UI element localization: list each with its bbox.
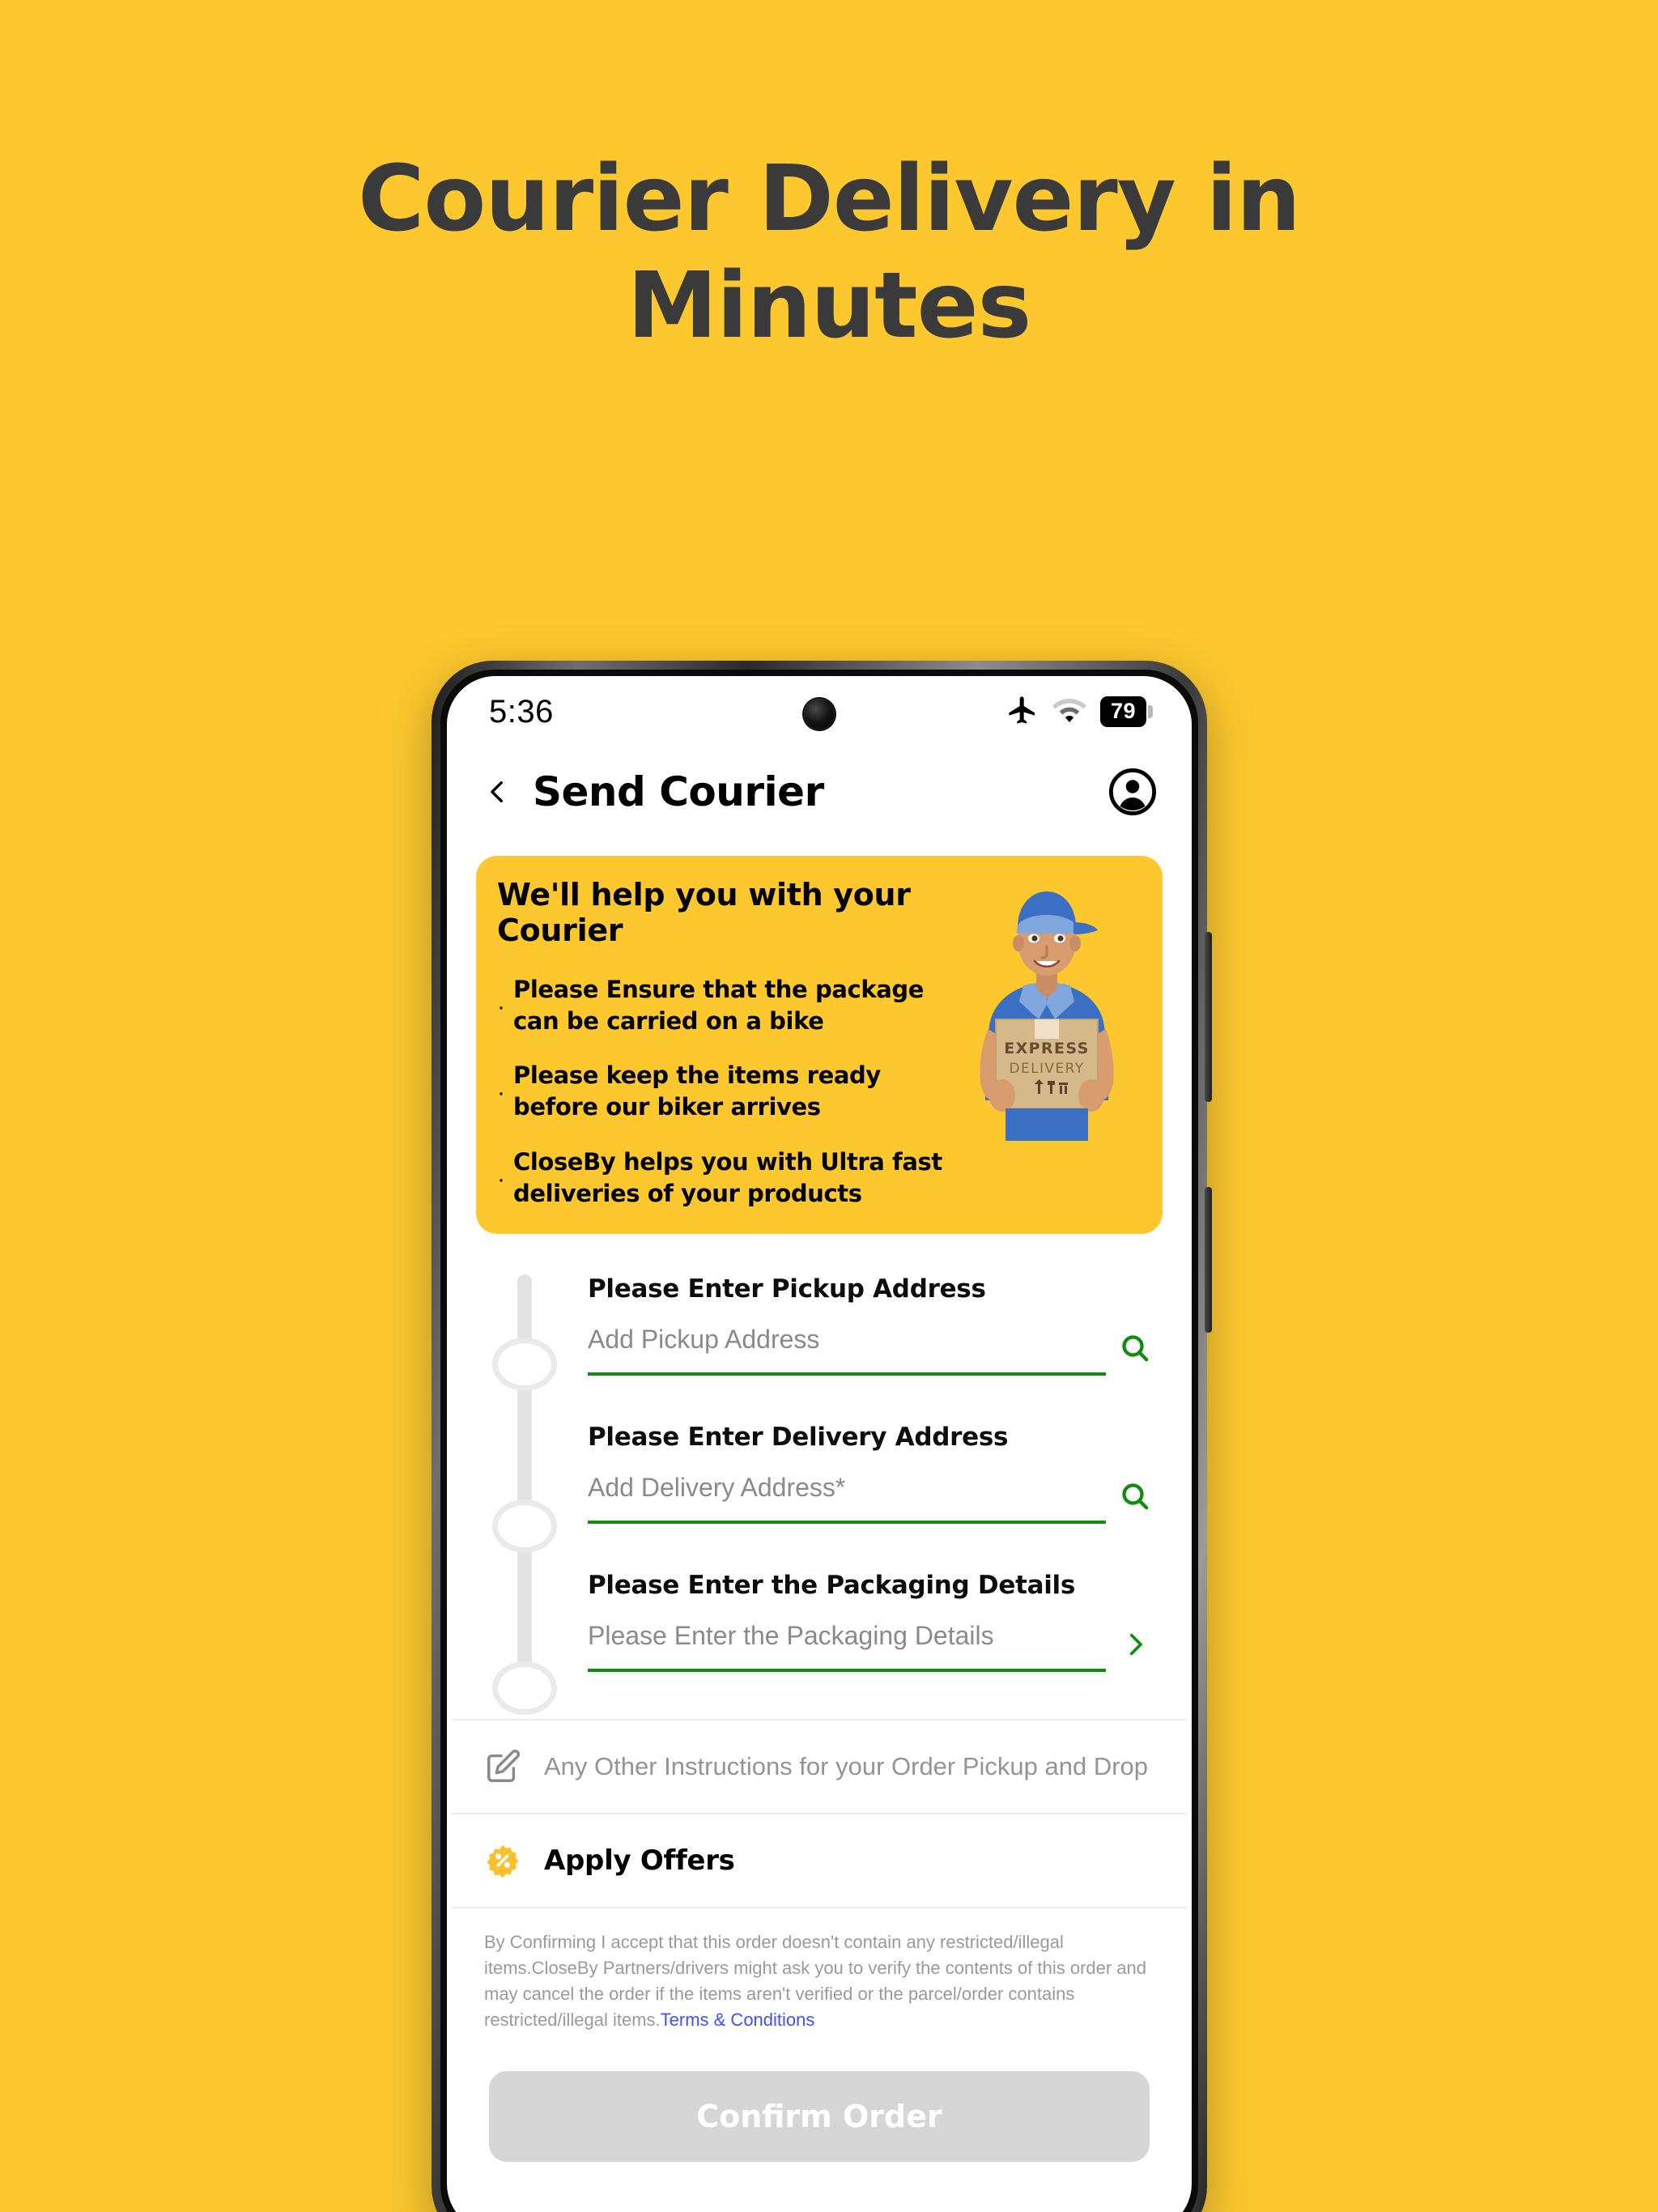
delivery-address-input[interactable] [588,1472,1106,1503]
packaging-details-input-wrap[interactable] [588,1620,1106,1672]
svg-text:DELIVERY: DELIVERY [1010,1061,1085,1077]
search-icon[interactable] [1117,1330,1153,1366]
delivery-address-label: Please Enter Delivery Address [588,1422,1009,1452]
info-card-text: We'll help you with your Courier · Pleas… [497,877,954,1210]
search-icon[interactable] [1117,1478,1153,1514]
form-fields: Please Enter Pickup Address Add Pickup A… [557,1274,1153,1672]
bullet-text: Please keep the items ready before our b… [513,1061,881,1121]
bullet-dot-icon: · [497,993,505,1021]
list-item: · Please keep the items ready before our… [497,1060,947,1123]
battery-cap [1148,704,1153,718]
bullet-text: CloseBy helps you with Ultra fast delive… [513,1147,942,1207]
phone-mockup: 5:36 79 Send Courier We'll help you with… [432,661,1212,2212]
page-title: Send Courier [533,768,824,815]
list-item: · Please Ensure that the package can be … [497,974,947,1037]
courier-info-card: We'll help you with your Courier · Pleas… [476,856,1163,1234]
instructions-row[interactable]: Any Other Instructions for your Order Pi… [447,1721,1192,1813]
terms-body-text: By Confirming I accept that this order d… [484,1931,1147,2030]
delivery-address-row [588,1472,1153,1524]
app-bar: Send Courier [447,747,1192,840]
stepper-node-pickup [492,1337,557,1391]
bullet-text: Please Ensure that the package can be ca… [513,976,924,1036]
stepper-track [517,1274,532,1672]
status-bar: 5:36 79 [447,676,1192,747]
packaging-details-label: Please Enter the Packaging Details [588,1570,1076,1600]
phone-bezel: 5:36 79 Send Courier We'll help you with… [440,670,1198,2212]
info-card-bullet-list: · Please Ensure that the package can be … [497,974,947,1210]
edit-note-icon [484,1748,521,1785]
apply-offers-label: Apply Offers [544,1844,735,1877]
discount-badge-icon [484,1842,521,1879]
address-form: Please Enter Pickup Address Add Pickup A… [447,1234,1192,1719]
delivery-address-input-wrap[interactable] [588,1472,1106,1524]
airplane-icon [1006,694,1039,730]
front-camera-punch-hole [804,699,835,730]
confirm-order-button[interactable]: Confirm Order [489,2071,1150,2163]
wifi-icon [1052,696,1086,729]
packaging-details-input[interactable] [588,1620,1106,1651]
battery-icon: 79 [1100,696,1153,727]
pickup-address-input[interactable] [588,1324,1106,1355]
delivery-address-block: Please Enter Delivery Address [588,1423,1153,1524]
pickup-address-label: Please Enter Pickup Address [588,1274,986,1304]
bullet-dot-icon: · [497,1079,505,1107]
account-circle-icon[interactable] [1109,768,1156,815]
confirm-button-container: Confirm Order [447,2047,1192,2163]
info-card-title: We'll help you with your Courier [497,877,911,948]
list-item: · CloseBy helps you with Ultra fast deli… [497,1146,947,1210]
phone-screen: 5:36 79 Send Courier We'll help you with… [447,676,1192,2212]
stepper-node-packaging [492,1661,557,1715]
apply-offers-row[interactable]: Apply Offers [447,1814,1192,1907]
chevron-left-icon[interactable] [484,778,512,806]
courier-man-holding-box-illustration: EXPRESS DELIVERY [954,883,1140,1141]
volume-button[interactable] [1205,932,1212,1102]
stepper-node-delivery [492,1499,557,1553]
bullet-dot-icon: · [497,1165,505,1193]
packaging-details-block: Please Enter the Packaging Details [588,1571,1153,1672]
battery-level-label: 79 [1100,696,1146,727]
status-time: 5:36 [489,693,554,730]
packaging-details-row [588,1620,1153,1672]
pickup-address-block: Please Enter Pickup Address [588,1274,1153,1376]
pickup-address-input-wrap[interactable] [588,1324,1106,1376]
power-button[interactable] [1205,1187,1212,1333]
svg-text:EXPRESS: EXPRESS [1004,1040,1089,1057]
terms-disclaimer: By Confirming I accept that this order d… [447,1908,1192,2048]
status-icon-group: 79 [1006,694,1153,730]
chevron-right-icon[interactable] [1117,1627,1153,1662]
terms-and-conditions-link[interactable]: Terms & Conditions [661,2010,815,2030]
instructions-placeholder: Any Other Instructions for your Order Pi… [544,1751,1149,1780]
pickup-address-row [588,1324,1153,1376]
promo-headline: Courier Delivery in Minutes [358,147,1301,359]
stepper-timeline [492,1274,557,1715]
